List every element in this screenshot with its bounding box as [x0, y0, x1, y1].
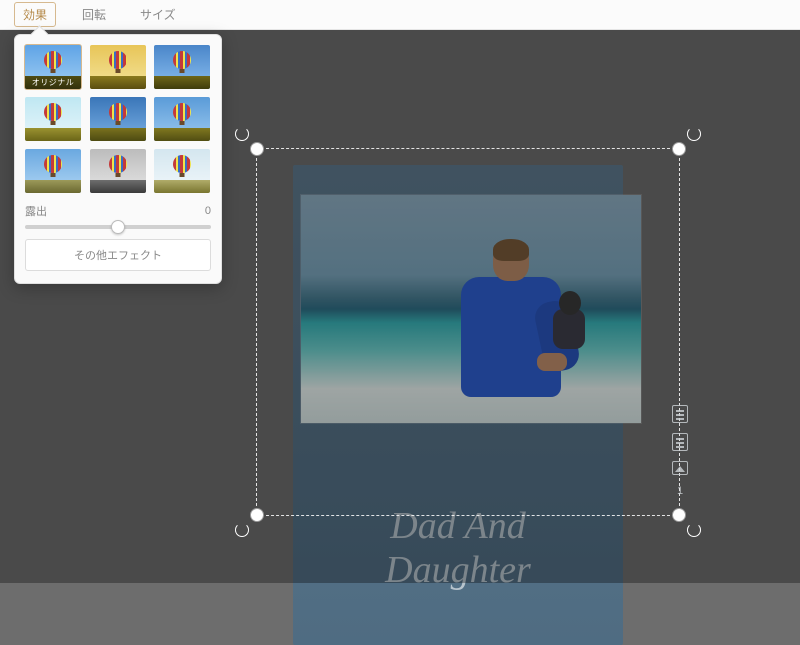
balloon-icon: [173, 103, 191, 125]
exposure-slider-row: 露出 0: [25, 203, 211, 219]
rotate-handle-tl[interactable]: [235, 127, 249, 141]
image-icon[interactable]: [672, 461, 688, 475]
balloon-icon: [44, 103, 62, 125]
notes-icon[interactable]: [672, 405, 688, 423]
card-headline: Dad And Daughter: [293, 505, 623, 592]
layer-count: 1: [677, 485, 683, 497]
selection-box[interactable]: [256, 148, 680, 516]
balloon-icon: [44, 155, 62, 177]
tab-rotate[interactable]: 回転: [74, 3, 114, 26]
filter-thumb-6[interactable]: [25, 149, 81, 193]
balloon-icon: [109, 155, 127, 177]
filter-thumb-1[interactable]: [90, 45, 146, 89]
filter-thumb-8[interactable]: [154, 149, 210, 193]
balloon-icon: [173, 155, 191, 177]
resize-handle-br[interactable]: [672, 508, 686, 522]
filter-thumb-4[interactable]: [90, 97, 146, 141]
filter-thumbnails: オリジナル: [25, 45, 211, 193]
filter-thumb-0[interactable]: オリジナル: [25, 45, 81, 89]
tab-size[interactable]: サイズ: [132, 3, 184, 26]
rotate-handle-bl[interactable]: [235, 523, 249, 537]
resize-handle-tl[interactable]: [250, 142, 264, 156]
notes-icon-2[interactable]: [672, 433, 688, 451]
tab-effects[interactable]: 効果: [14, 2, 56, 27]
exposure-slider[interactable]: [25, 225, 211, 229]
filter-thumb-7[interactable]: [90, 149, 146, 193]
filter-thumb-5[interactable]: [154, 97, 210, 141]
resize-handle-tr[interactable]: [672, 142, 686, 156]
card-text-line2: Daughter: [385, 549, 531, 591]
filter-thumb-label: オリジナル: [25, 76, 81, 89]
balloon-icon: [109, 51, 127, 73]
balloon-icon: [173, 51, 191, 73]
exposure-label: 露出: [25, 203, 47, 219]
resize-handle-bl[interactable]: [250, 508, 264, 522]
side-tools: 1: [672, 405, 688, 497]
exposure-slider-thumb[interactable]: [111, 220, 125, 234]
effects-popover: オリジナル 露出 0 その他エフェクト: [14, 34, 222, 284]
exposure-value: 0: [205, 205, 211, 217]
balloon-icon: [109, 103, 127, 125]
filter-thumb-3[interactable]: [25, 97, 81, 141]
more-effects-button[interactable]: その他エフェクト: [25, 239, 211, 271]
rotate-handle-tr[interactable]: [687, 127, 701, 141]
filter-thumb-2[interactable]: [154, 45, 210, 89]
editor-toolbar: 効果 回転 サイズ: [0, 0, 800, 30]
balloon-icon: [44, 51, 62, 73]
rotate-handle-br[interactable]: [687, 523, 701, 537]
